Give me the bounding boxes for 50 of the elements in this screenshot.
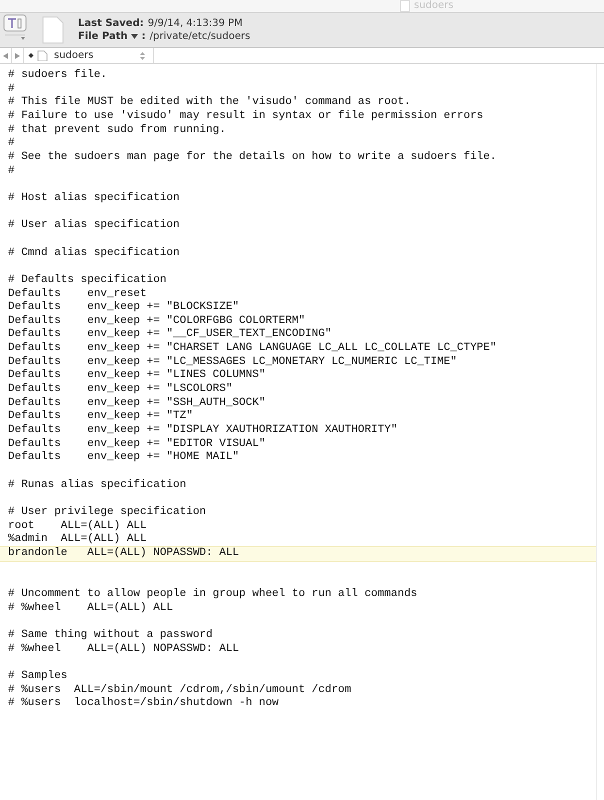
code-line: Defaults env_keep += "LC_MESSAGES LC_MONETARY LC_NUMERIC LC_TIME" [7,356,458,369]
code-line: root ALL=(ALL) ALL [7,520,148,533]
path-separator: : [142,30,146,43]
code-line: Defaults env_keep += "CHARSET LANG LANGUAGE LC_ALL LC_COLLATE LC_CTYPE" [7,342,498,356]
code-line: # [7,164,16,178]
code-line: # Host alias specification [7,192,181,206]
code-line: # sudoers file. [7,69,108,83]
code-line: # Runas alias specification [7,478,188,492]
stepper-icon [140,50,144,60]
document-icon [42,16,64,44]
file-path-value: /private/etc/sudoers [150,30,250,43]
code-line: # [7,82,16,96]
code-line: Defaults env_keep += "COLORFGBG COLORTERM" [7,314,306,328]
code-line: # %users localhost=/sbin/shutdown -h now [7,697,280,711]
code-line: Defaults env_keep += "__CF_USER_TEXT_ENCODING" [7,328,332,342]
code-line: # Defaults specification [7,274,168,288]
code-line: # %users ALL=/sbin/mount /cdrom,/sbin/umount /cdrom [7,684,352,697]
code-line: # Samples [7,670,68,684]
code-line: Defaults env_keep += "SSH_AUTH_SOCK" [7,396,266,410]
code-line: Defaults env_keep += "DISPLAY XAUTHORIZATION XAUTHORITY" [7,424,398,438]
code-line: Defaults env_keep += "HOME MAIL" [7,451,240,466]
code-line: # Cmnd alias specification [7,246,181,260]
code-line: # %wheel ALL=(ALL) NOPASSWD: ALL [7,642,240,656]
code-line: # User alias specification [7,219,181,233]
caret-icon [130,34,138,39]
file-jump-button[interactable]: sudoers [24,48,154,63]
file-path-button[interactable]: File Path [78,30,138,43]
code-line: Defaults env_reset [7,288,148,301]
code-line: Defaults env_keep += "LINES COLUMNS" [7,369,266,383]
code-line: # that prevent sudo from running. [7,124,227,138]
code-line: # %wheel ALL=(ALL) ALL [7,602,174,616]
code-line: # [7,137,16,151]
right-arrow-icon [15,52,20,58]
code-line: %admin ALL=(ALL) ALL [7,533,148,547]
code-line: # See the sudoers man page for the details on how to write a sudoers file. [7,150,498,165]
code-line: # Failure to use 'visudo' may result in syntax or file permission errors [7,110,484,124]
code-line: Defaults env_keep += "TZ" [7,410,194,424]
code-line: Defaults env_keep += "EDITOR VISUAL" [7,438,266,451]
left-arrow-icon [3,52,8,58]
text-editor[interactable] [0,64,597,800]
code-line: # User privilege specification [7,506,208,520]
last-saved-label: Last Saved: [78,17,144,30]
document-icon [28,50,48,61]
code-line: Defaults env_keep += "LSCOLORS" [7,383,234,397]
forward-button[interactable] [12,48,24,63]
code-line: # Same thing without a password [7,628,214,643]
code-line: Defaults env_keep += "BLOCKSIZE" [7,301,240,315]
last-saved-value: 9/9/14, 4:13:39 PM [148,17,243,30]
code-line: # This file MUST be edited with the 'visudo' command as root. [7,96,412,110]
code-line: # Uncomment to allow people in group wheel to run all commands [7,588,418,602]
